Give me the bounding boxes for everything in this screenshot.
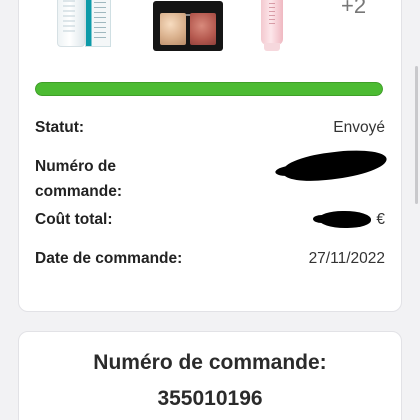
- status-value: Envoyé: [333, 119, 385, 136]
- eyeshadow-duo-icon: [153, 1, 223, 51]
- order-number-card: Numéro de commande: 355010196: [18, 331, 402, 420]
- order-details-screen: +2 Statut: Envoyé Numéro de commande: Co…: [0, 0, 420, 420]
- order-date-label: Date de commande:: [35, 250, 183, 267]
- product-thumbnails: +2: [19, 0, 401, 69]
- order-number-value: 355010196: [157, 387, 263, 410]
- order-number-heading: Numéro de commande:: [93, 351, 327, 374]
- serum-kit-icon: [39, 0, 123, 49]
- scrollbar[interactable]: [415, 66, 418, 204]
- order-date-value: 27/11/2022: [308, 250, 385, 267]
- status-label: Statut:: [35, 119, 85, 136]
- shipping-progress-fill: [35, 82, 383, 96]
- order-summary-card[interactable]: +2 Statut: Envoyé Numéro de commande: Co…: [18, 0, 402, 312]
- total-cost-currency: €: [376, 211, 385, 228]
- total-cost-label: Coût total:: [35, 211, 113, 228]
- pink-tube-icon: [259, 0, 285, 53]
- more-products-count: +2: [341, 0, 367, 18]
- redacted-total-cost: [313, 211, 371, 228]
- order-number-label: Numéro de commande:: [35, 158, 122, 200]
- redacted-order-number: [281, 146, 389, 185]
- shipping-progress-bar: [35, 82, 383, 96]
